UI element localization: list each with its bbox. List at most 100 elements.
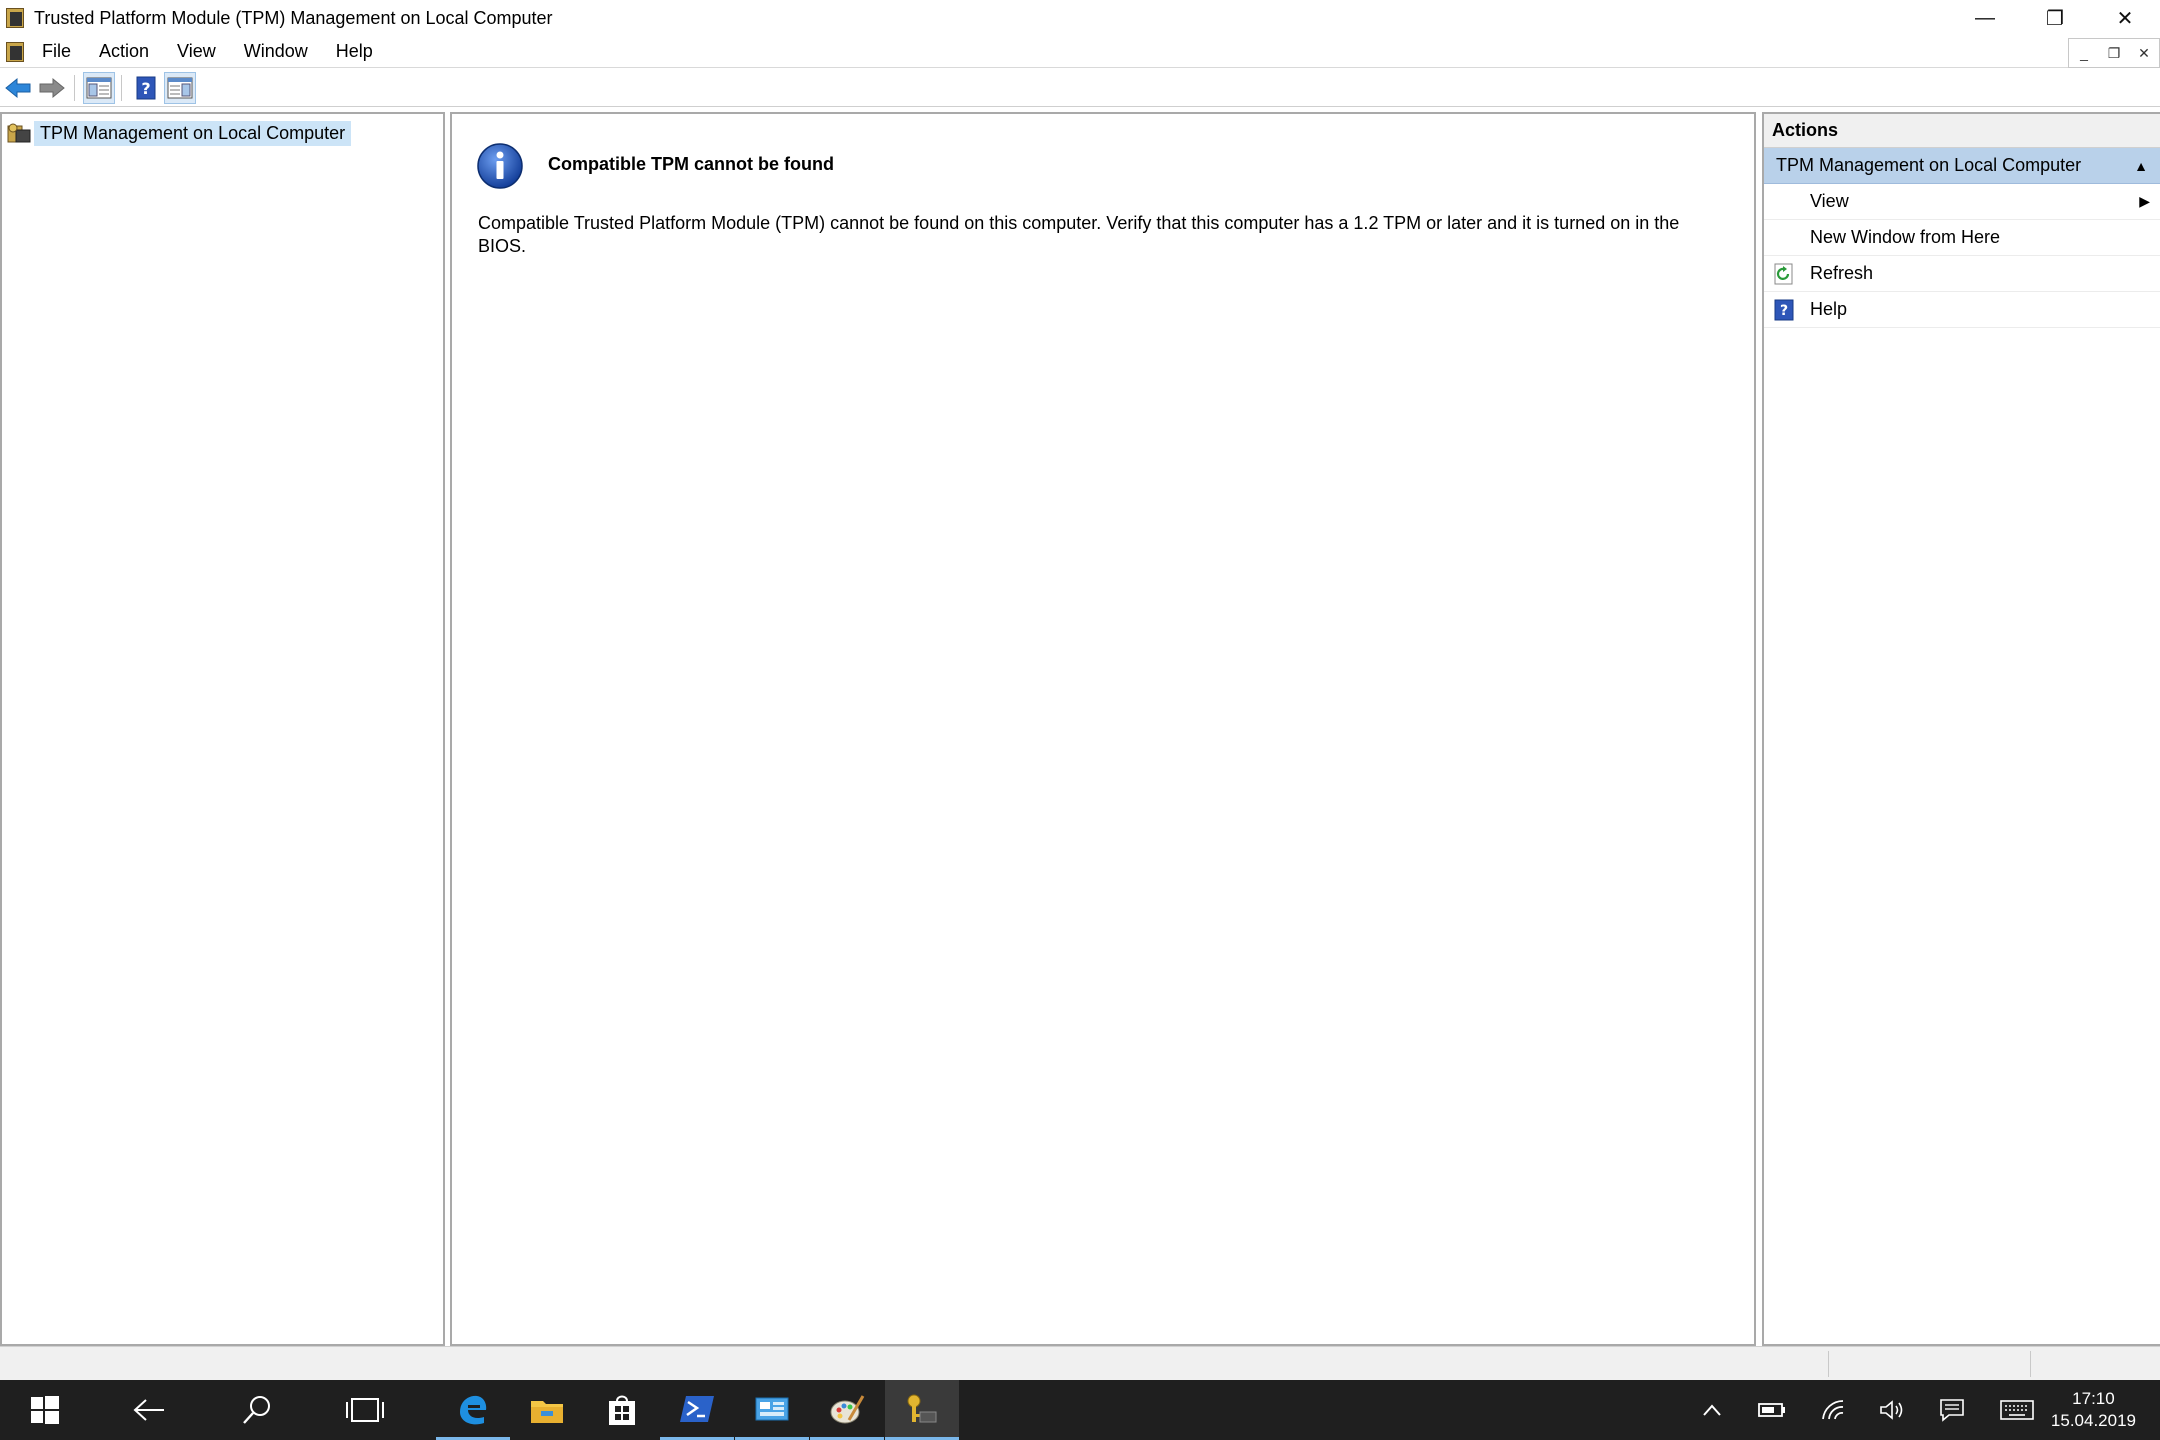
tpm-app-icon[interactable] [4, 6, 26, 30]
action-help[interactable]: ? Help [1764, 292, 2160, 328]
taskbar-tpm-management[interactable] [885, 1380, 959, 1440]
child-close-button[interactable]: ✕ [2129, 39, 2159, 67]
action-pane-icon [167, 77, 193, 98]
wifi-icon [1822, 1400, 1844, 1420]
actions-group-header[interactable]: TPM Management on Local Computer ▲ [1764, 148, 2160, 184]
notification-icon [1940, 1399, 1964, 1422]
svg-text:?: ? [1780, 303, 1788, 319]
child-window-controls: _ ❐ ✕ [2068, 38, 2160, 68]
toolbar-separator [121, 74, 122, 101]
menu-file[interactable]: File [36, 39, 77, 64]
error-message: Compatible Trusted Platform Module (TPM)… [478, 213, 1680, 256]
taskbar: 17:10 15.04.2019 [0, 1380, 2160, 1440]
console-tree-pane: TPM Management on Local Computer [0, 112, 445, 1346]
actions-pane: Actions TPM Management on Local Computer… [1762, 112, 2160, 1346]
menu-action[interactable]: Action [93, 39, 155, 64]
menu-window[interactable]: Window [238, 39, 314, 64]
task-view-icon [346, 1398, 384, 1422]
tree-item-tpm-management[interactable]: TPM Management on Local Computer [6, 118, 352, 148]
taskbar-clock[interactable]: 17:10 15.04.2019 [2051, 1388, 2136, 1432]
refresh-icon [1772, 262, 1796, 286]
forward-arrow-icon [39, 77, 65, 98]
back-arrow-icon [133, 1399, 164, 1421]
toolbar: ? [0, 69, 2160, 107]
taskbar-control-panel[interactable] [735, 1380, 809, 1440]
help-icon: ? [136, 76, 156, 99]
action-view-label: View [1810, 191, 1849, 211]
store-bag-icon [609, 1395, 635, 1425]
back-button[interactable] [2, 72, 34, 104]
child-restore-button[interactable]: ❐ [2099, 39, 2129, 67]
action-new-window-label: New Window from Here [1810, 227, 2001, 247]
folder-icon [531, 1401, 563, 1423]
status-divider [2030, 1351, 2031, 1377]
battery-tray-button[interactable] [1752, 1380, 1792, 1440]
menu-view[interactable]: View [171, 39, 222, 64]
restore-button[interactable]: ❐ [2020, 0, 2090, 36]
svg-text:?: ? [141, 79, 150, 98]
child-minimize-button[interactable]: _ [2069, 39, 2099, 67]
actions-group-label: TPM Management on Local Computer [1776, 155, 2082, 175]
help-button[interactable]: ? [130, 72, 162, 104]
window-title: Trusted Platform Module (TPM) Management… [34, 7, 553, 28]
clock-date: 15.04.2019 [2050, 1411, 2136, 1430]
back-arrow-icon [5, 77, 31, 98]
action-refresh[interactable]: Refresh [1764, 256, 2160, 292]
clock-time: 17:10 [2072, 1389, 2115, 1408]
taskbar-file-explorer[interactable] [510, 1380, 584, 1440]
start-button[interactable] [8, 1380, 82, 1440]
show-hide-action-pane-button[interactable] [164, 71, 196, 104]
system-menu-icon[interactable] [4, 40, 26, 64]
error-heading: Compatible TPM cannot be found [548, 154, 834, 174]
menu-bar: File Action View Window Help _ ❐ ✕ [0, 36, 2160, 68]
taskbar-store[interactable] [585, 1380, 659, 1440]
control-panel-icon [755, 1397, 789, 1420]
taskbar-edge[interactable] [436, 1380, 510, 1440]
close-button[interactable]: ✕ [2090, 0, 2160, 36]
console-tree-icon [86, 77, 112, 98]
edge-browser-icon [460, 1395, 487, 1424]
taskbar-paint[interactable] [810, 1380, 884, 1440]
actions-header: Actions [1764, 114, 2160, 148]
tree-item-label: TPM Management on Local Computer [34, 120, 352, 146]
minimize-icon: — [1975, 6, 1995, 29]
network-tray-button[interactable] [1814, 1380, 1854, 1440]
toolbar-separator [74, 74, 75, 101]
battery-icon [1758, 1403, 1785, 1417]
results-pane: Compatible TPM cannot be found Compatibl… [450, 112, 1756, 1346]
action-refresh-label: Refresh [1810, 263, 1874, 283]
windows-logo-icon [31, 1396, 59, 1424]
action-view[interactable]: View ▶ [1764, 184, 2160, 220]
status-divider [1828, 1351, 1829, 1377]
volume-tray-button[interactable] [1872, 1380, 1912, 1440]
show-hidden-icons-button[interactable] [1692, 1380, 1732, 1440]
task-view-button[interactable] [328, 1380, 402, 1440]
paint-palette-icon [830, 1394, 865, 1423]
window-controls: — ❐ ✕ [1950, 0, 2160, 36]
collapse-up-icon: ▲ [2134, 157, 2148, 174]
keyboard-icon [2000, 1400, 2034, 1420]
help-icon: ? [1772, 298, 1796, 322]
minimize-button[interactable]: — [1950, 0, 2020, 36]
submenu-arrow-icon: ▶ [2139, 193, 2150, 209]
close-icon: ✕ [2116, 7, 2134, 30]
restore-icon: ❐ [2046, 7, 2064, 30]
taskbar-back-button[interactable] [112, 1380, 186, 1440]
search-button[interactable] [220, 1380, 294, 1440]
action-help-label: Help [1810, 299, 1848, 319]
chevron-up-icon [1703, 1404, 1721, 1416]
show-hide-console-tree-button[interactable] [83, 71, 115, 104]
action-center-button[interactable] [1932, 1380, 1972, 1440]
tpm-snapin-icon [6, 120, 34, 146]
forward-button[interactable] [36, 72, 68, 104]
taskbar-powershell[interactable] [660, 1380, 734, 1440]
title-bar: Trusted Platform Module (TPM) Management… [0, 0, 2160, 36]
speaker-icon [1880, 1400, 1903, 1420]
action-new-window-from-here[interactable]: New Window from Here [1764, 220, 2160, 256]
status-bar [0, 1346, 2160, 1380]
menu-help[interactable]: Help [330, 39, 379, 64]
info-icon [477, 143, 523, 189]
powershell-icon [680, 1395, 714, 1422]
touch-keyboard-button[interactable] [1994, 1380, 2040, 1440]
search-icon [243, 1396, 270, 1424]
